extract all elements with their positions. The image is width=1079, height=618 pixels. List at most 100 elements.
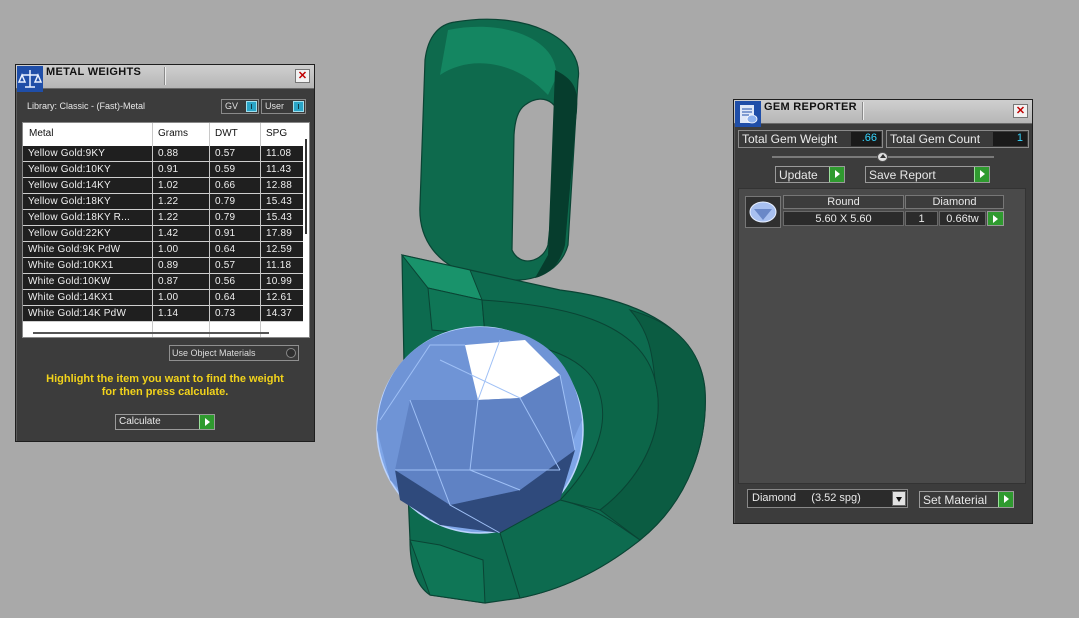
report-icon (735, 101, 761, 127)
instruction-line-2: for then press calculate. (101, 386, 229, 398)
table-row[interactable]: White Gold:14KX1 1.00 0.64 12.61 (23, 290, 303, 306)
gv-toggle-label: GV (225, 101, 239, 111)
table-row[interactable]: White Gold:10KX1 0.89 0.57 11.18 (23, 258, 303, 274)
gem-reporter-titlebar[interactable]: GEM REPORTER ✕ (734, 100, 1032, 127)
table-row[interactable]: Yellow Gold:9KY 0.88 0.57 11.08 (23, 146, 303, 162)
table-row[interactable]: Yellow Gold:18KY R... 1.22 0.79 15.43 (23, 210, 303, 226)
total-gem-count-label: Total Gem Count (890, 132, 981, 146)
cell-dwt: 0.79 (215, 212, 236, 223)
table-header: Metal Grams DWT SPG (23, 123, 309, 146)
cell-dwt: 0.64 (215, 292, 236, 303)
calculate-button[interactable]: Calculate (115, 414, 215, 430)
cell-grams: 1.02 (158, 180, 179, 191)
gem-select-button[interactable] (987, 211, 1004, 226)
cell-spg: 14.37 (266, 308, 293, 319)
cell-spg: 12.61 (266, 292, 293, 303)
title-separator (862, 102, 864, 120)
cell-grams: 0.91 (158, 164, 179, 175)
table-body: Yellow Gold:9KY 0.88 0.57 11.08 Yellow Gold:… (23, 146, 303, 322)
toggle-knob-icon (246, 101, 257, 112)
set-material-label: Set Material (923, 493, 988, 507)
user-toggle-label: User (265, 101, 285, 111)
column-divider (152, 123, 153, 337)
save-report-label: Save Report (869, 168, 936, 182)
update-button[interactable]: Update (775, 166, 845, 183)
column-header-dwt[interactable]: DWT (215, 128, 238, 139)
gem-thumbnail[interactable] (745, 196, 781, 228)
table-row[interactable]: Yellow Gold:14KY 1.02 0.66 12.88 (23, 178, 303, 194)
total-gem-weight-value: .66 (851, 132, 881, 146)
cell-dwt: 0.79 (215, 196, 236, 207)
save-report-button[interactable]: Save Report (865, 166, 990, 183)
column-divider (260, 123, 261, 337)
cell-metal: Yellow Gold:18KY R... (28, 212, 131, 223)
cell-spg: 15.43 (266, 212, 293, 223)
slider-handle-icon[interactable] (877, 152, 888, 162)
vertical-scrollbar[interactable] (305, 139, 307, 234)
close-button[interactable]: ✕ (295, 69, 310, 83)
cell-dwt: 0.66 (215, 180, 236, 191)
gem-list: Round Diamond 5.60 X 5.60 1 0.66tw (738, 188, 1026, 484)
table-row[interactable]: Yellow Gold:22KY 1.42 0.91 17.89 (23, 226, 303, 242)
cell-spg: 11.18 (266, 260, 292, 271)
play-arrow-icon (974, 167, 989, 182)
cell-spg: 12.59 (266, 244, 293, 255)
cell-spg: 11.08 (266, 148, 292, 159)
metal-weights-titlebar[interactable]: METAL WEIGHTS ✕ (16, 65, 314, 92)
column-header-grams[interactable]: Grams (158, 128, 188, 139)
instruction-text: Highlight the item you want to find the … (16, 373, 314, 399)
update-label: Update (779, 168, 818, 182)
panel-title: METAL WEIGHTS (46, 66, 142, 78)
use-object-materials-label: Use Object Materials (172, 348, 256, 358)
play-arrow-icon (199, 415, 214, 429)
user-toggle[interactable]: User (261, 99, 306, 114)
cell-grams: 0.87 (158, 276, 179, 287)
table-row[interactable]: White Gold:10KW 0.87 0.56 10.99 (23, 274, 303, 290)
gem-shape: Round (783, 195, 904, 209)
cell-dwt: 0.91 (215, 228, 236, 239)
horizontal-scrollbar[interactable] (33, 332, 269, 334)
cell-metal: White Gold:9K PdW (28, 244, 121, 255)
table-row[interactable]: Yellow Gold:10KY 0.91 0.59 11.43 (23, 162, 303, 178)
gem-reporter-panel: GEM REPORTER ✕ Total Gem Weight .66 Tota… (733, 99, 1033, 524)
table-row[interactable]: Yellow Gold:18KY 1.22 0.79 15.43 (23, 194, 303, 210)
gv-toggle[interactable]: GV (221, 99, 259, 114)
total-gem-count-value: 1 (993, 132, 1027, 146)
cell-grams: 1.00 (158, 292, 179, 303)
column-header-spg[interactable]: SPG (266, 128, 287, 139)
table-row[interactable]: White Gold:9K PdW 1.00 0.64 12.59 (23, 242, 303, 258)
title-separator (164, 67, 166, 85)
total-gem-count-field: Total Gem Count 1 (886, 130, 1029, 148)
material-dropdown[interactable]: Diamond (3.52 spg) (747, 489, 908, 508)
material-dropdown-value: Diamond (3.52 spg) (752, 492, 861, 504)
table-row[interactable]: White Gold:14K PdW 1.14 0.73 14.37 (23, 306, 303, 322)
close-button[interactable]: ✕ (1013, 104, 1028, 118)
radio-icon[interactable] (286, 348, 296, 358)
cell-dwt: 0.73 (215, 308, 236, 319)
panel-title: GEM REPORTER (764, 101, 857, 113)
calculate-label: Calculate (119, 416, 161, 427)
total-gem-weight-label: Total Gem Weight (742, 132, 838, 146)
cell-spg: 17.89 (266, 228, 293, 239)
set-material-button[interactable]: Set Material (919, 491, 1014, 508)
chevron-down-icon[interactable] (892, 491, 906, 506)
play-arrow-icon (998, 492, 1013, 507)
instruction-line-1: Highlight the item you want to find the … (46, 373, 284, 385)
cell-grams: 1.00 (158, 244, 179, 255)
play-arrow-icon (829, 167, 844, 182)
diamond-gem[interactable] (376, 326, 584, 534)
gem-count: 1 (905, 211, 938, 226)
cell-dwt: 0.64 (215, 244, 236, 255)
use-object-materials-option[interactable]: Use Object Materials (169, 345, 299, 361)
gem-weight: 0.66tw (939, 211, 986, 226)
cell-grams: 1.14 (158, 308, 179, 319)
cell-metal: Yellow Gold:10KY (28, 164, 111, 175)
metal-table: Metal Grams DWT SPG Yellow Gold:9KY 0.88 0… (22, 122, 310, 338)
column-header-metal[interactable]: Metal (29, 128, 53, 139)
cell-spg: 12.88 (266, 180, 293, 191)
column-divider (209, 123, 210, 337)
metal-weights-panel: METAL WEIGHTS ✕ Library: Classic - (Fast… (15, 64, 315, 442)
cell-dwt: 0.57 (215, 260, 236, 271)
round-gem-icon (749, 201, 777, 223)
cell-metal: Yellow Gold:22KY (28, 228, 111, 239)
